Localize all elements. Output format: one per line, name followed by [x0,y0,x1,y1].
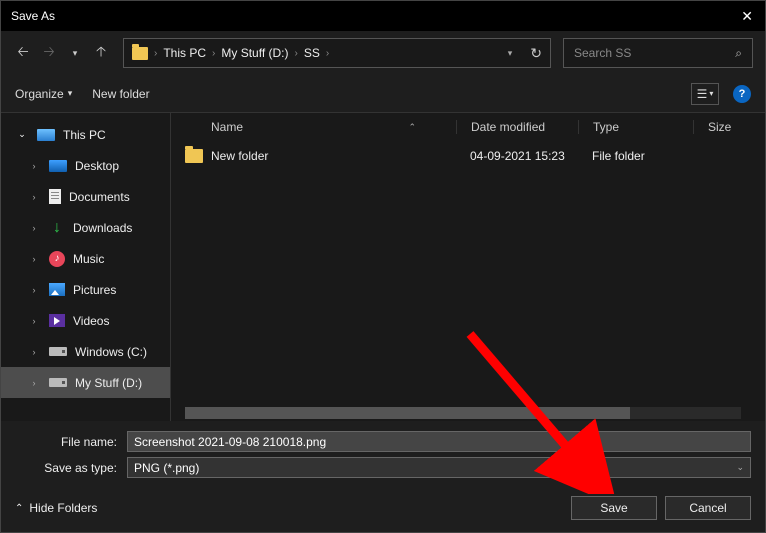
save-as-type-label: Save as type: [15,461,127,475]
chevron-down-icon: ▾ [68,88,73,99]
new-folder-button[interactable]: New folder [92,87,149,101]
sort-indicator-icon: ⌃ [408,122,416,133]
body: ⌄ This PC › Desktop › Documents › ↓ Down… [1,113,765,421]
horizontal-scrollbar[interactable] [185,407,741,419]
filename-input[interactable] [127,431,751,452]
collapse-icon[interactable]: ⌄ [15,129,29,140]
column-name[interactable]: Name ⌃ [171,120,456,134]
search-icon: ⌕ [735,46,742,61]
save-as-type-select[interactable]: PNG (*.png) ⌄ [127,457,751,478]
chevron-down-icon[interactable]: ▾ [508,48,513,59]
downloads-icon: ↓ [49,220,65,236]
pc-icon [37,129,55,141]
documents-icon [49,189,61,204]
sidebar-item-desktop[interactable]: › Desktop [1,150,170,181]
up-button[interactable]: 🡡 [91,43,111,63]
drive-icon [49,347,67,356]
expand-icon[interactable]: › [27,161,41,171]
organize-button[interactable]: Organize ▾ [15,87,72,101]
sidebar-item-music[interactable]: › ♪ Music [1,243,170,274]
cancel-button[interactable]: Cancel [665,496,751,520]
expand-icon[interactable]: › [27,285,41,295]
file-date: 04-09-2021 15:23 [456,149,578,163]
folder-icon [185,149,203,163]
chevron-down-icon: ⌄ [736,462,744,473]
pictures-icon [49,283,65,296]
recent-locations-button[interactable]: ▾ [65,43,85,63]
window-title: Save As [11,9,55,23]
sidebar-item-videos[interactable]: › Videos [1,305,170,336]
file-row[interactable]: New folder 04-09-2021 15:23 File folder [171,141,765,171]
chevron-right-icon: › [326,48,329,59]
chevron-right-icon: › [295,48,298,59]
expand-icon[interactable]: › [27,254,41,264]
expand-icon[interactable]: › [27,378,41,388]
desktop-icon [49,160,67,172]
sidebar-item-this-pc[interactable]: ⌄ This PC [1,119,170,150]
music-icon: ♪ [49,251,65,267]
sidebar-item-documents[interactable]: › Documents [1,181,170,212]
back-button[interactable]: 🡠 [13,43,33,63]
forward-button[interactable]: 🡢 [39,43,59,63]
help-icon[interactable]: ? [733,85,751,103]
chevron-right-icon: › [154,48,157,59]
nav-row: 🡠 🡢 ▾ 🡡 › This PC › My Stuff (D:) › SS ›… [1,31,765,75]
view-options-button[interactable]: ☰ ▾ [691,83,719,105]
drive-icon [49,378,67,387]
search-input[interactable]: Search SS ⌕ [563,38,753,68]
chevron-right-icon: › [212,48,215,59]
expand-icon[interactable]: › [27,316,41,326]
column-date[interactable]: Date modified [456,120,578,134]
expand-icon[interactable]: › [27,223,41,233]
sidebar-item-my-stuff-d[interactable]: › My Stuff (D:) [1,367,170,398]
videos-icon [49,314,65,327]
address-bar[interactable]: › This PC › My Stuff (D:) › SS › ▾ ↻ [123,38,551,68]
sidebar-item-windows-c[interactable]: › Windows (C:) [1,336,170,367]
file-type: File folder [578,149,693,163]
column-headers: Name ⌃ Date modified Type Size [171,113,765,141]
close-icon[interactable]: ✕ [741,8,753,25]
bottom-panel: File name: Save as type: PNG (*.png) ⌄ ⌃… [1,421,765,532]
folder-icon [132,47,148,60]
expand-icon[interactable]: › [27,192,41,202]
sidebar: ⌄ This PC › Desktop › Documents › ↓ Down… [1,113,170,421]
file-name: New folder [211,149,268,163]
save-button[interactable]: Save [571,496,657,520]
save-as-dialog: Save As ✕ 🡠 🡢 ▾ 🡡 › This PC › My Stuff (… [0,0,766,533]
breadcrumb-drive[interactable]: My Stuff (D:) [221,46,288,60]
expand-icon[interactable]: › [27,347,41,357]
chevron-up-icon: ⌃ [15,503,23,514]
breadcrumb-folder[interactable]: SS [304,46,320,60]
sidebar-item-pictures[interactable]: › Pictures [1,274,170,305]
breadcrumb-this-pc[interactable]: This PC [163,46,206,60]
sidebar-item-downloads[interactable]: › ↓ Downloads [1,212,170,243]
refresh-icon[interactable]: ↻ [530,45,542,62]
hide-folders-button[interactable]: ⌃ Hide Folders [15,501,97,515]
file-list: Name ⌃ Date modified Type Size New folde… [170,113,765,421]
filename-label: File name: [15,435,127,449]
toolbar: Organize ▾ New folder ☰ ▾ ? [1,75,765,113]
list-icon: ☰ [697,87,708,101]
column-size[interactable]: Size [693,120,765,134]
column-type[interactable]: Type [578,120,693,134]
chevron-down-icon: ▾ [709,89,713,98]
titlebar: Save As ✕ [1,1,765,31]
search-placeholder: Search SS [574,46,631,60]
